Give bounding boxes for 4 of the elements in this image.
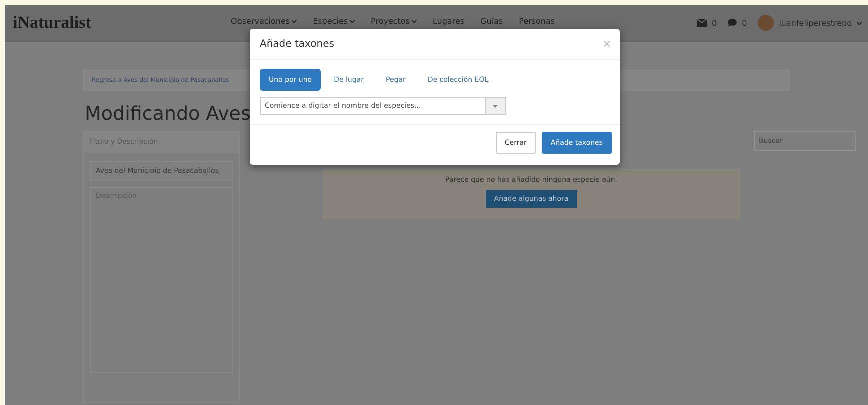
page-title: Modificando Aves: [85, 103, 251, 125]
message-count: 0: [712, 18, 718, 28]
notification-count: 0: [742, 18, 748, 28]
dialog-title: Añade taxones: [260, 38, 334, 50]
